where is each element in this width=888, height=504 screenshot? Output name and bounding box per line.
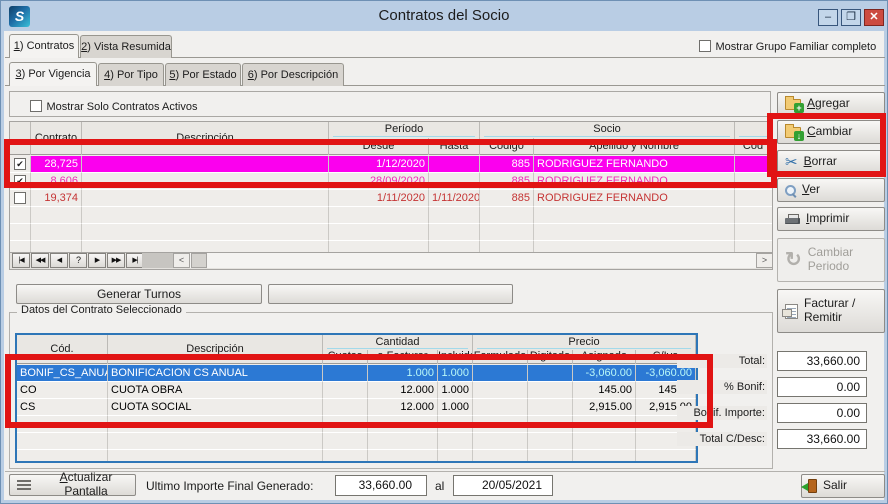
family-checkbox-label: Mostrar Grupo Familiar completo [715,41,876,53]
generar-turnos-button[interactable]: Generar Turnos [16,284,262,304]
nav-next-button[interactable]: ▶ [88,253,106,268]
titlebar[interactable]: S Contratos del Socio – ❐ ✕ [2,2,886,31]
printer-icon [785,214,800,225]
app-window: S Contratos del Socio – ❐ ✕ 1) Contratos… [0,0,888,504]
tab-por-descripcion[interactable]: 6) Por Descripción [242,63,344,86]
statusbar-divider [5,471,885,472]
window-title: Contratos del Socio [2,7,886,24]
activos-checkbox-label: Mostrar Solo Contratos Activos [46,101,197,113]
close-button[interactable]: ✕ [864,9,884,26]
empty-row [10,224,772,241]
actualizar-pantalla-button[interactable]: Actualizar Pantalla [9,474,136,496]
red-annotation-detail-rows [5,354,713,428]
red-annotation-grid-rows [4,139,777,188]
red-annotation-cambiar [767,113,886,177]
ver-button[interactable]: Ver [777,178,885,202]
magnifier-icon [785,185,796,196]
activos-panel: Mostrar Solo Contratos Activos [9,91,771,117]
header-group-periodo: Período [329,122,480,138]
tab-contratos[interactable]: 1) Contratos [9,34,79,58]
fecha-field[interactable]: 20/05/2021 [453,475,553,496]
nav-prev-button[interactable]: ◀ [50,253,68,268]
row-checkbox[interactable] [14,192,26,204]
contract-row[interactable]: 19,374 1/11/2020 1/11/2020 885 RODRIGUEZ… [10,190,772,207]
tab-vista-resumida[interactable]: 2) Vista Resumida [80,35,172,58]
scroll-right-button[interactable]: > [756,253,773,268]
salir-button[interactable]: Salir [801,474,885,498]
refresh-icon: ↻ [785,251,802,269]
cambiar-periodo-button[interactable]: ↻ Cambiar Periodo [777,238,885,282]
scrollbar-track[interactable] [190,253,765,268]
minimize-button[interactable]: – [818,9,838,26]
family-checkbox[interactable] [699,40,711,52]
empty-row [10,241,772,253]
al-label: al [435,479,444,493]
family-checkbox-row: Mostrar Grupo Familiar completo [699,37,876,55]
exit-door-icon [808,479,817,493]
ultimo-importe-field[interactable]: 33,660.00 [335,475,427,496]
header-group-cantidad: Cantidad [323,335,473,350]
total-cdesc-label: Total C/Desc: [677,432,767,446]
blank-button[interactable] [268,284,513,304]
nav-first-button[interactable]: |◀ [12,253,30,268]
tab-por-tipo[interactable]: 4) Por Tipo [98,63,164,86]
empty-row [10,207,772,224]
bonif-importe-field[interactable]: 0.00 [777,403,867,423]
nav-search-button[interactable]: ? [69,253,87,268]
maximize-button[interactable]: ❐ [841,9,861,26]
imprimir-button[interactable]: Imprimir [777,207,885,231]
scrollbar-thumb[interactable] [191,253,207,268]
activos-checkbox[interactable] [30,100,42,112]
add-folder-icon [785,99,801,110]
total-cdesc-field[interactable]: 33,660.00 [777,429,867,449]
header-group-precio: Precio [473,335,696,350]
scroll-left-button[interactable]: < [173,253,190,268]
tab-por-vigencia[interactable]: 3) Por Vigencia [9,62,97,86]
empty-row [17,450,696,463]
ultimo-importe-label: Ultimo Importe Final Generado: [146,479,313,493]
bonif-field[interactable]: 0.00 [777,377,867,397]
total-field[interactable]: 33,660.00 [777,351,867,371]
refresh-screen-icon [17,480,31,491]
datos-groupbox-title: Datos del Contrato Seleccionado [17,304,186,316]
facturar-remitir-button[interactable]: Facturar / Remitir [777,289,885,333]
nav-fast-prev-button[interactable]: ◀◀ [31,253,49,268]
scrollbar-gap [142,253,173,268]
invoice-icon [785,304,798,319]
grid-navigator: |◀ ◀◀ ◀ ? ▶ ▶▶ ▶| < > [9,253,773,270]
nav-fast-next-button[interactable]: ▶▶ [107,253,125,268]
header-group-socio: Socio [480,122,735,138]
tab-por-estado[interactable]: 5) Por Estado [165,63,241,86]
empty-row [17,433,696,450]
